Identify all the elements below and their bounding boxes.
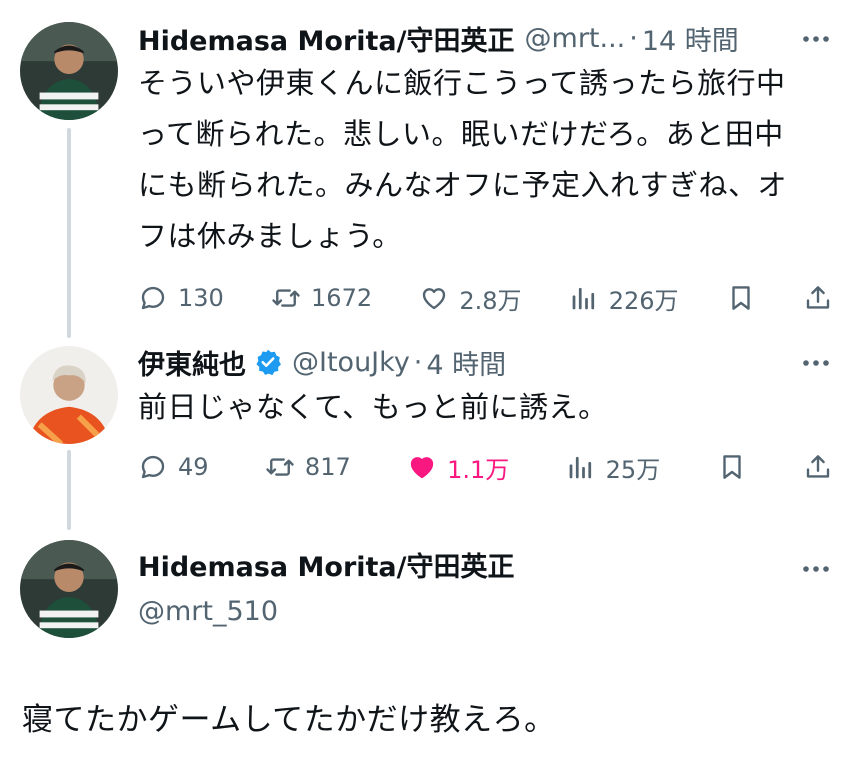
avatar-image [20,346,118,444]
share-button[interactable] [803,452,833,482]
thread-connector [67,450,71,530]
repost-icon [266,458,294,476]
tweet-text-line: 前日じゃなくて、もっと前に誘え。 [138,390,608,424]
reply-count: 130 [178,284,224,312]
like-button[interactable]: 2.8万 [419,281,522,316]
like-count: 1.1万 [447,455,510,484]
share-icon [806,286,830,309]
separator-dot: · [413,346,423,378]
repost-count: 1672 [311,284,373,312]
avatar[interactable] [20,346,118,444]
user-handle[interactable]: @mrt_510 [138,592,833,632]
share-icon [806,455,830,478]
views-button[interactable]: 25万 [566,450,661,485]
more-icon[interactable] [799,348,833,378]
view-count: 226万 [608,286,679,315]
action-bar: 49 817 1.1万 25万 [138,447,833,487]
more-icon[interactable] [799,24,833,54]
avatar[interactable] [20,540,118,638]
bookmark-icon [722,455,741,479]
user-handle[interactable]: @ItouJky [292,347,410,378]
display-name[interactable]: 伊東純也 [138,343,246,382]
main-tweet-text: 寝てたかゲームしてたかだけ教えろ。 [22,702,556,738]
heart-icon [410,457,434,479]
like-button[interactable]: 1.1万 [407,450,509,485]
thread-connector [67,128,71,338]
tweet-text: 前日じゃなくて、もっと前に誘え。 [138,382,833,433]
reply-count: 49 [178,453,209,481]
like-count: 2.8万 [459,286,522,315]
tweet-header: Hidemasa Morita/守田英正 @mrt... · 14 時間 [138,18,833,58]
main-tweet-header: Hidemasa Morita/守田英正 @mrt_510 [138,548,833,632]
tweet-header: 伊東純也 @ItouJky · 4 時間 [138,342,833,382]
bookmark-button[interactable] [717,452,747,482]
views-button[interactable]: 226万 [569,281,679,316]
bookmark-button[interactable] [726,283,756,313]
reply-icon [141,286,165,310]
reply-button[interactable]: 49 [138,452,209,482]
avatar[interactable] [20,22,118,120]
more-icon[interactable] [799,554,833,584]
repost-count: 817 [304,453,351,481]
bookmark-icon [732,286,750,310]
avatar-image [20,22,118,120]
views-icon [569,456,591,479]
tweet[interactable]: Hidemasa Morita/守田英正 @mrt... · 14 時間 そうい… [138,18,833,318]
tweet-text-line: って断られた。悲しい。眠いだけだろ。あと田中 [138,117,784,151]
tweet-text-line: フは休みましょう。 [138,219,402,253]
repost-button[interactable]: 1672 [271,283,372,313]
tweet-text: そういや伊東くんに飯行こうって誘ったら旅行中 って断られた。悲しい。眠いだけだろ… [138,58,833,262]
repost-button[interactable]: 817 [265,452,351,482]
timestamp[interactable]: 4 時間 [426,343,506,382]
user-handle[interactable]: @mrt... [525,23,626,54]
heart-icon [423,288,446,310]
separator-dot: · [629,22,638,54]
share-button[interactable] [803,283,833,313]
tweet-text-line: そういや伊東くんに飯行こうって誘ったら旅行中 [138,66,786,100]
repost-icon [272,289,300,307]
tweet-text-line: にも断られた。みんなオフに予定入れすぎね、オ [138,168,788,202]
timestamp[interactable]: 14 時間 [642,19,739,58]
display-name[interactable]: Hidemasa Morita/守田英正 [138,19,515,58]
reply-button[interactable]: 130 [138,283,224,313]
reply-icon [141,455,165,479]
verified-badge-icon [254,348,282,376]
display-name[interactable]: Hidemasa Morita/守田英正 [138,548,833,588]
tweet[interactable]: 伊東純也 @ItouJky · 4 時間 前日じゃなくて、もっと前に誘え。 49… [138,342,833,487]
views-icon [572,287,594,310]
view-count: 25万 [605,455,661,484]
action-bar: 130 1672 2.8万 226万 [138,278,833,318]
avatar-image [20,540,118,638]
